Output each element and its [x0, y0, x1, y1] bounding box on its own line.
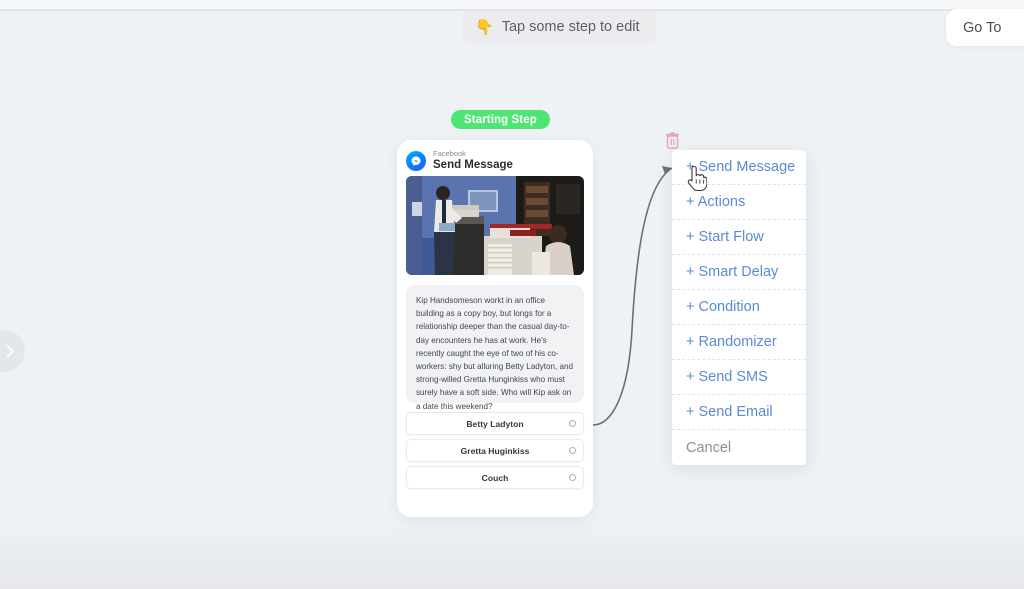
- message-text-bubble: Kip Handsomeson workt in an office build…: [406, 285, 584, 411]
- menu-item-cancel[interactable]: Cancel: [672, 430, 806, 465]
- choice-label: Betty Ladyton: [466, 418, 524, 429]
- menu-item-label: + Send Email: [686, 404, 773, 420]
- choice-radio-icon[interactable]: [569, 474, 576, 481]
- pointing-down-icon: 👇: [475, 18, 494, 36]
- delete-step-button[interactable]: [660, 128, 684, 152]
- menu-item-label: Cancel: [686, 439, 732, 456]
- menu-item-label: + Smart Delay: [686, 264, 779, 280]
- menu-item-label: + Start Flow: [686, 229, 764, 245]
- choice-button-0[interactable]: Betty Ladyton: [406, 412, 584, 435]
- menu-item-label: + Condition: [686, 299, 760, 315]
- menu-item-actions[interactable]: + Actions: [672, 185, 806, 220]
- sidebar-expand-handle[interactable]: [0, 330, 25, 372]
- menu-item-smart-delay[interactable]: + Smart Delay: [672, 255, 806, 290]
- card-image: [406, 176, 584, 275]
- starting-step-label: Starting Step: [464, 113, 537, 126]
- messenger-bolt-icon: [411, 156, 421, 166]
- menu-item-label: + Send Message: [686, 159, 796, 175]
- trash-icon: [665, 131, 679, 149]
- menu-item-randomizer[interactable]: + Randomizer: [672, 325, 806, 360]
- office-scene-image: [406, 176, 584, 275]
- go-to-panel[interactable]: Go To: [946, 9, 1024, 46]
- choice-button-1[interactable]: Gretta Huginkiss: [406, 439, 584, 462]
- status-badge: Starting Step: [451, 110, 550, 129]
- menu-item-start-flow[interactable]: + Start Flow: [672, 220, 806, 255]
- menu-item-send-email[interactable]: + Send Email: [672, 395, 806, 430]
- menu-item-send-sms[interactable]: + Send SMS: [672, 360, 806, 395]
- step-title: Send Message: [433, 158, 513, 171]
- flow-builder-canvas: 👇 Tap some step to edit Go To Starting S…: [0, 0, 1024, 589]
- go-to-label: Go To: [963, 19, 1002, 36]
- choice-button-2[interactable]: Couch: [406, 466, 584, 489]
- chevron-right-icon: [6, 344, 14, 358]
- choice-radio-icon[interactable]: [569, 447, 576, 454]
- card-header: Facebook Send Message: [397, 140, 593, 181]
- menu-item-send-message[interactable]: + Send Message: [672, 150, 806, 185]
- menu-item-label: + Actions: [686, 194, 746, 210]
- choice-label: Couch: [481, 472, 509, 483]
- menu-item-label: + Send SMS: [686, 369, 768, 385]
- send-message-step-card[interactable]: Facebook Send Message Kip Handsomeson wo…: [397, 140, 593, 517]
- top-strip: [0, 0, 1024, 9]
- edit-hint-label: Tap some step to edit: [501, 19, 640, 35]
- message-body: Kip Handsomeson workt in an office build…: [416, 296, 574, 411]
- menu-item-label: + Randomizer: [686, 334, 777, 350]
- menu-item-condition[interactable]: + Condition: [672, 290, 806, 325]
- messenger-icon: [406, 150, 426, 171]
- choice-label: Gretta Huginkiss: [460, 445, 530, 456]
- channel-label: Facebook: [433, 149, 466, 158]
- choice-radio-icon[interactable]: [569, 420, 576, 427]
- canvas-bottom-fade: [0, 519, 1024, 589]
- card-header-text: Facebook Send Message: [433, 149, 513, 172]
- add-step-menu[interactable]: + Send Message + Actions + Start Flow + …: [672, 150, 806, 465]
- edit-hint-tooltip: 👇 Tap some step to edit: [462, 11, 656, 43]
